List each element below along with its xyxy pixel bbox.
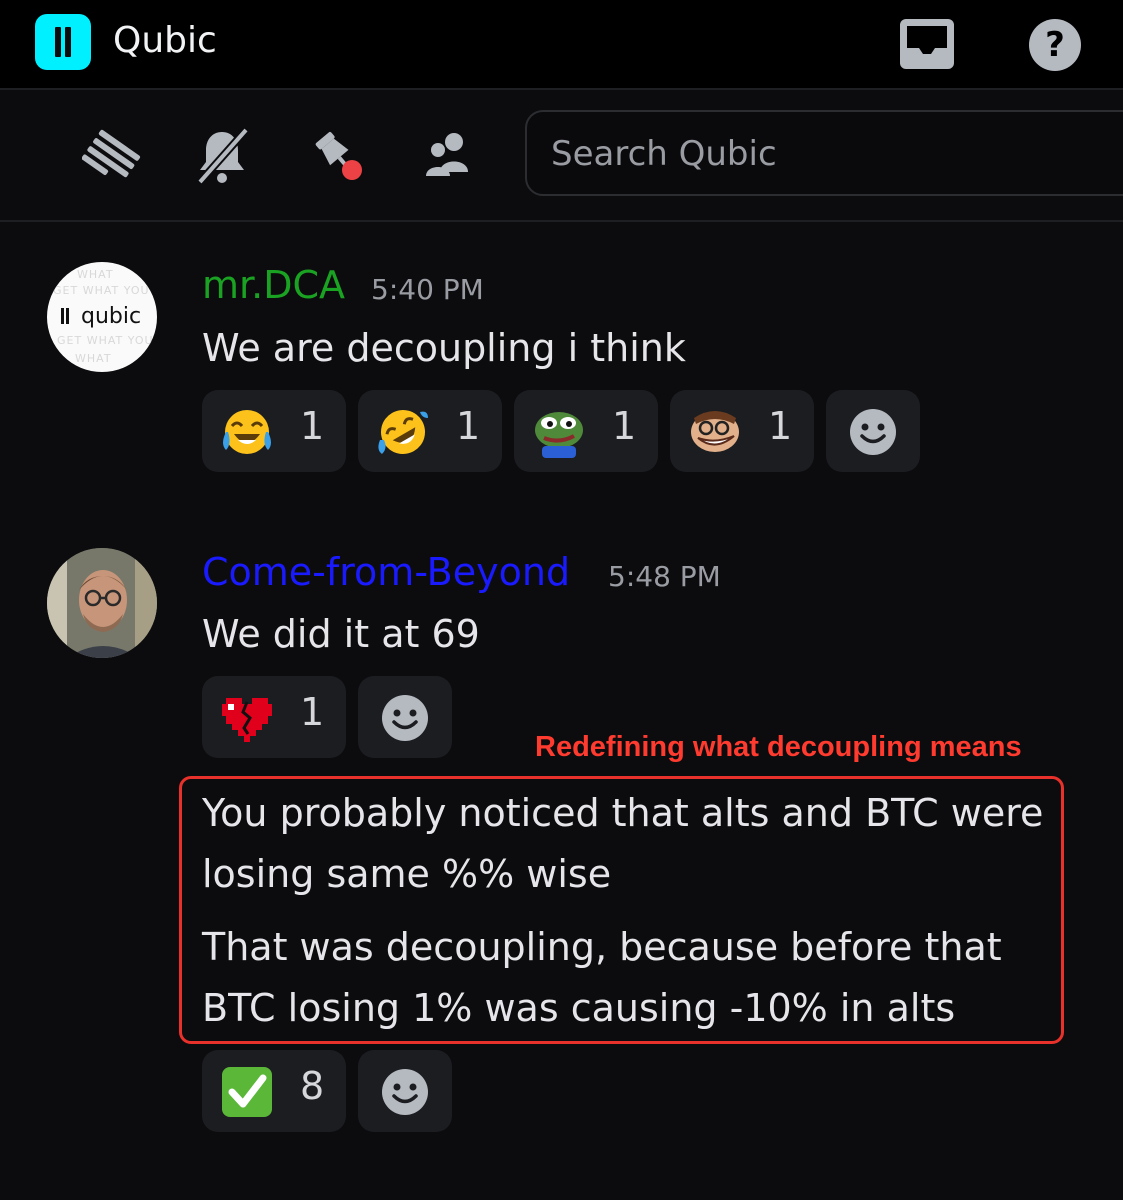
channel-toolbar: [0, 90, 1123, 222]
reaction-count: 1: [300, 690, 325, 734]
message-author[interactable]: Come-from-Beyond: [202, 550, 570, 594]
message-timestamp: 5:48 PM: [608, 560, 721, 593]
svg-text:?: ?: [1045, 25, 1065, 65]
threads-icon[interactable]: [82, 126, 142, 186]
avatar[interactable]: WHAT GET WHAT YOU GET WHAT YOU WHAT qubi…: [47, 262, 157, 372]
message-text: That was decoupling, because before that: [202, 925, 1002, 969]
message-text: BTC losing 1% was causing -10% in alts: [202, 986, 956, 1030]
add-reaction-button[interactable]: [826, 390, 920, 472]
server-name[interactable]: Qubic: [113, 20, 217, 61]
reaction-white-check-mark[interactable]: 8: [202, 1050, 346, 1132]
reaction-count: 8: [300, 1064, 325, 1108]
reaction-broken-heart[interactable]: 1: [202, 676, 346, 758]
pinned-messages-icon[interactable]: [308, 126, 368, 186]
troll-face-icon: [691, 411, 739, 452]
qubic-logo-icon[interactable]: [35, 14, 91, 70]
reaction-rolling-on-the-floor-laughing[interactable]: 1: [358, 390, 502, 472]
mute-bell-icon[interactable]: [192, 126, 252, 186]
smiley-icon: [382, 695, 428, 741]
annotation-label: Redefining what decoupling means: [535, 731, 1022, 763]
message-author[interactable]: mr.DCA: [202, 263, 345, 307]
message-text: We did it at 69: [202, 612, 480, 656]
reaction-count: 1: [456, 404, 481, 448]
pepe-frog-icon: [535, 412, 583, 458]
search-input[interactable]: [549, 130, 1113, 178]
message-text: You probably noticed that alts and BTC w…: [202, 791, 1044, 835]
cfb-avatar-portrait: [47, 548, 157, 658]
reaction-count: 1: [768, 404, 793, 448]
message-text: losing same %% wise: [202, 852, 612, 896]
smiley-icon: [382, 1069, 428, 1115]
reaction-pepe-frog[interactable]: 1: [514, 390, 658, 472]
avatar[interactable]: [47, 548, 157, 658]
title-bar: Qubic ?: [0, 0, 1123, 90]
broken-heart-icon: [222, 698, 272, 742]
smiley-icon: [850, 409, 896, 455]
reaction-troll-face[interactable]: 1: [670, 390, 814, 472]
reaction-count: 1: [612, 404, 637, 448]
face-with-tears-of-joy-icon: [223, 410, 271, 454]
help-icon[interactable]: ?: [1028, 18, 1082, 72]
inbox-icon[interactable]: [897, 16, 957, 72]
reaction-face-with-tears-of-joy[interactable]: 1: [202, 390, 346, 472]
add-reaction-button[interactable]: [358, 1050, 452, 1132]
reaction-count: 1: [300, 404, 325, 448]
message-text: We are decoupling i think: [202, 326, 686, 370]
member-list-icon[interactable]: [420, 126, 480, 186]
search-box[interactable]: [525, 110, 1123, 196]
rolling-on-the-floor-laughing-icon: [378, 410, 428, 454]
message-timestamp: 5:40 PM: [371, 273, 484, 306]
add-reaction-button[interactable]: [358, 676, 452, 758]
check-mark-icon: [222, 1067, 272, 1117]
